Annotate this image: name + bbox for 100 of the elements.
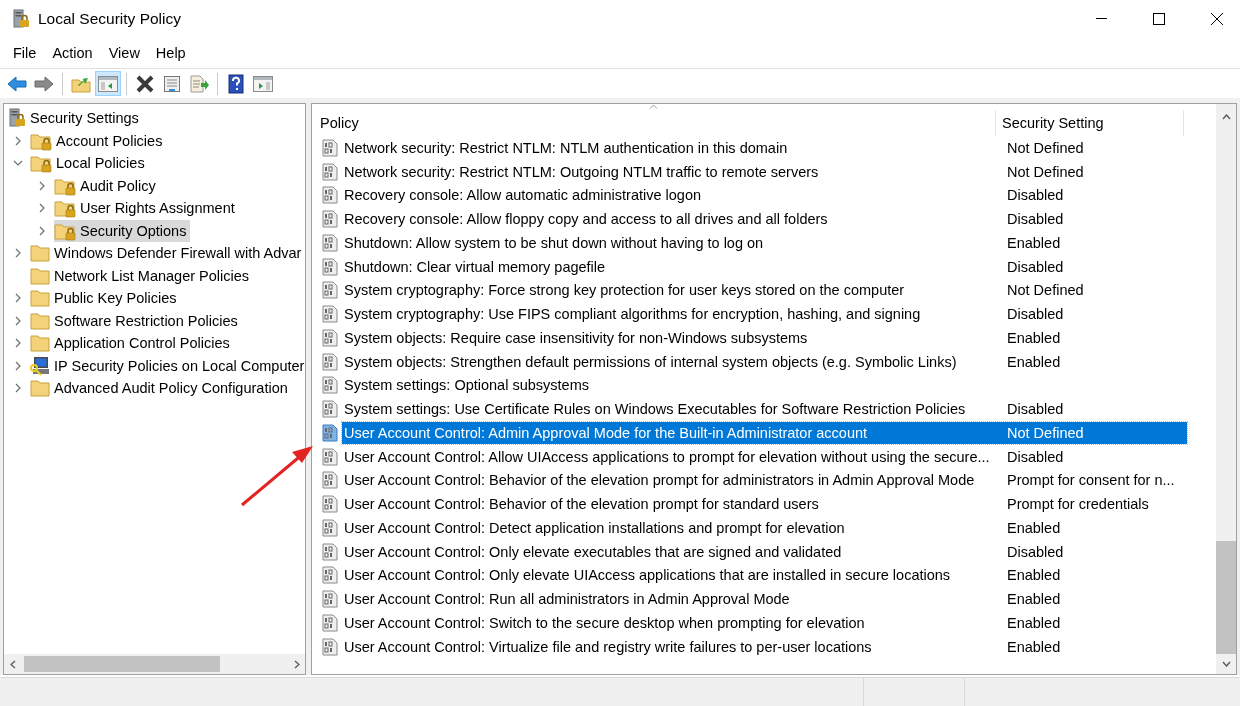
column-header[interactable]: Security Setting	[996, 110, 1184, 136]
menu-item[interactable]: Help	[147, 45, 194, 61]
policy-name: User Account Control: Virtualize file and registry write failures to per-user locations	[343, 638, 873, 655]
tree-item[interactable]: Network List Manager Policies	[30, 264, 254, 287]
policy-name: Shutdown: Allow system to be shut down without having to log on	[343, 234, 765, 251]
policy-row[interactable]: Network security: Restrict NTLM: NTLM authentication in this domain Not Defined	[342, 136, 1187, 159]
policy-icon	[322, 233, 338, 252]
policy-row[interactable]: Recovery console: Allow floppy copy and access to all drives and all folders Disabled	[342, 208, 1187, 231]
security-setting: Enabled	[1007, 329, 1062, 346]
security-setting: Enabled	[1007, 591, 1062, 608]
policy-icon	[322, 305, 338, 324]
security-setting: Enabled	[1007, 234, 1062, 251]
tree-item[interactable]: Application Control Policies	[30, 332, 234, 355]
locked-folder-icon	[54, 198, 76, 219]
tree-item[interactable]: IP Security Policies on Local Computer	[30, 354, 305, 377]
security-setting: Enabled	[1007, 614, 1062, 631]
security-setting: Prompt for credentials	[1007, 496, 1150, 513]
forward-arrow-icon	[34, 75, 54, 92]
policy-row[interactable]: System settings: Use Certificate Rules on Windows Executables for Software Restriction Policies Disabled	[342, 398, 1187, 421]
window-title: Local Security Policy	[38, 10, 181, 28]
policy-icon	[322, 495, 338, 514]
policy-row[interactable]: User Account Control: Behavior of the elevation prompt for standard users Prompt for credentials	[342, 493, 1187, 516]
policy-icon	[322, 257, 338, 276]
policy-row[interactable]: Shutdown: Allow system to be shut down without having to log on Enabled	[342, 231, 1187, 254]
menu-item[interactable]: File	[5, 45, 45, 61]
policy-row[interactable]: Shutdown: Clear virtual memory pagefile Disabled	[342, 255, 1187, 278]
security-setting: Not Defined	[1007, 282, 1085, 299]
policy-icon	[322, 637, 338, 656]
policy-row[interactable]: System cryptography: Use FIPS compliant algorithms for encryption, hashing, and signing Disabled	[342, 303, 1187, 326]
policy-icon	[322, 162, 338, 181]
policy-row[interactable]: System objects: Require case insensitivity for non-Windows subsystems Enabled	[342, 326, 1187, 349]
export-list-icon	[189, 74, 209, 93]
policy-icon	[322, 352, 338, 371]
vertical-scrollbar[interactable]	[1216, 104, 1236, 674]
scrollbar-thumb[interactable]	[24, 656, 220, 672]
maximize-icon	[1153, 13, 1165, 25]
policy-name: System objects: Require case insensitivity for non-Windows subsystems	[343, 329, 809, 346]
security-setting: Enabled	[1007, 519, 1062, 536]
tree-item[interactable]: Account Policies	[30, 129, 167, 152]
policy-icon	[322, 566, 338, 585]
tree-item[interactable]: Software Restriction Policies	[30, 309, 242, 332]
policy-row[interactable]: System objects: Strengthen default permissions of internal system objects (e.g. Symbolic Links) Enabled	[342, 350, 1187, 373]
tree-item[interactable]: Advanced Audit Policy Configuration	[30, 377, 292, 400]
scroll-right-icon	[293, 659, 300, 669]
policy-icon	[322, 281, 338, 300]
scroll-down-icon	[1221, 661, 1231, 667]
policy-row[interactable]: User Account Control: Run all administrators in Admin Approval Mode Enabled	[342, 588, 1187, 611]
tree-item[interactable]: Security Settings	[8, 107, 143, 130]
policy-name: User Account Control: Behavior of the elevation prompt for standard users	[343, 496, 820, 513]
security-setting: Not Defined	[1007, 163, 1085, 180]
action-pane-icon	[253, 75, 273, 92]
policy-icon	[322, 613, 338, 632]
policy-row[interactable]: System cryptography: Force strong key protection for user keys stored on the computer Not Defined	[342, 279, 1187, 302]
server-lock-icon	[12, 9, 30, 29]
policy-name: User Account Control: Behavior of the elevation prompt for administrators in Admin Approval Mode	[343, 472, 976, 489]
policy-name: System settings: Use Certificate Rules on Windows Executables for Software Restriction Policies	[343, 401, 967, 418]
tree-item[interactable]: Audit Policy	[54, 174, 160, 197]
menu-item[interactable]: Action	[44, 45, 101, 61]
policy-row[interactable]: User Account Control: Detect application installations and prompt for elevation Enabled	[342, 516, 1187, 539]
folder-icon	[30, 244, 50, 263]
menu-item[interactable]: View	[100, 45, 148, 61]
policy-icon	[322, 328, 338, 347]
scroll-up-icon	[1221, 114, 1231, 120]
policy-name: User Account Control: Admin Approval Mode for the Built-in Administrator account	[343, 424, 869, 441]
security-setting: Disabled	[1007, 448, 1065, 465]
policy-name: System settings: Optional subsystems	[343, 377, 590, 394]
locked-folder-icon	[30, 153, 52, 174]
policy-row[interactable]: User Account Control: Only elevate executables that are signed and validated Disabled	[342, 540, 1187, 563]
horizontal-scrollbar[interactable]	[4, 654, 305, 674]
security-setting: Disabled	[1007, 258, 1065, 275]
security-setting: Prompt for consent for n...	[1007, 472, 1176, 489]
tree-item[interactable]: User Rights Assignment	[54, 197, 239, 220]
tree-item[interactable]: Local Policies	[30, 152, 149, 175]
tree-item[interactable]: Public Key Policies	[30, 287, 181, 310]
policy-row[interactable]: User Account Control: Allow UIAccess applications to prompt for elevation without using the secure... Disabled	[342, 445, 1187, 468]
policy-name: User Account Control: Only elevate UIAccess applications that are installed in secure locations	[343, 567, 952, 584]
policy-icon	[322, 590, 338, 609]
policy-row[interactable]: Network security: Restrict NTLM: Outgoing NTLM traffic to remote servers Not Defined	[342, 160, 1187, 183]
security-setting: Disabled	[1007, 187, 1065, 204]
column-header[interactable]: Policy	[314, 110, 996, 136]
policy-row[interactable]: User Account Control: Admin Approval Mode for the Built-in Administrator account Not Defined	[342, 421, 1187, 444]
computer-key-icon	[30, 355, 50, 376]
policy-row[interactable]: Recovery console: Allow automatic administrative logon Disabled	[342, 184, 1187, 207]
scrollbar-thumb[interactable]	[1216, 541, 1236, 654]
security-setting: Enabled	[1007, 567, 1062, 584]
policy-row[interactable]: User Account Control: Only elevate UIAccess applications that are installed in secure locations Enabled	[342, 564, 1187, 587]
policy-row[interactable]: System settings: Optional subsystems	[342, 374, 1187, 397]
policy-row[interactable]: User Account Control: Behavior of the elevation prompt for administrators in Admin Approval Mode Prompt for consent for n...	[342, 469, 1187, 492]
policy-icon	[322, 447, 338, 466]
tree-item[interactable]: Security Options	[54, 219, 191, 242]
policy-name: Recovery console: Allow floppy copy and access to all drives and all folders	[343, 211, 829, 228]
delete-icon	[136, 74, 154, 93]
policy-row[interactable]: User Account Control: Switch to the secure desktop when prompting for elevation Enabled	[342, 611, 1187, 634]
policy-name: User Account Control: Detect application installations and prompt for elevation	[343, 519, 846, 536]
policy-row[interactable]: User Account Control: Virtualize file and registry write failures to per-user locations Enabled	[342, 635, 1187, 658]
policy-icon	[322, 542, 338, 561]
policy-icon	[322, 400, 338, 419]
policy-name: System cryptography: Force strong key protection for user keys stored on the computer	[343, 282, 906, 299]
tree-item[interactable]: Windows Defender Firewall with Advar	[30, 242, 305, 265]
security-setting: Disabled	[1007, 543, 1065, 560]
